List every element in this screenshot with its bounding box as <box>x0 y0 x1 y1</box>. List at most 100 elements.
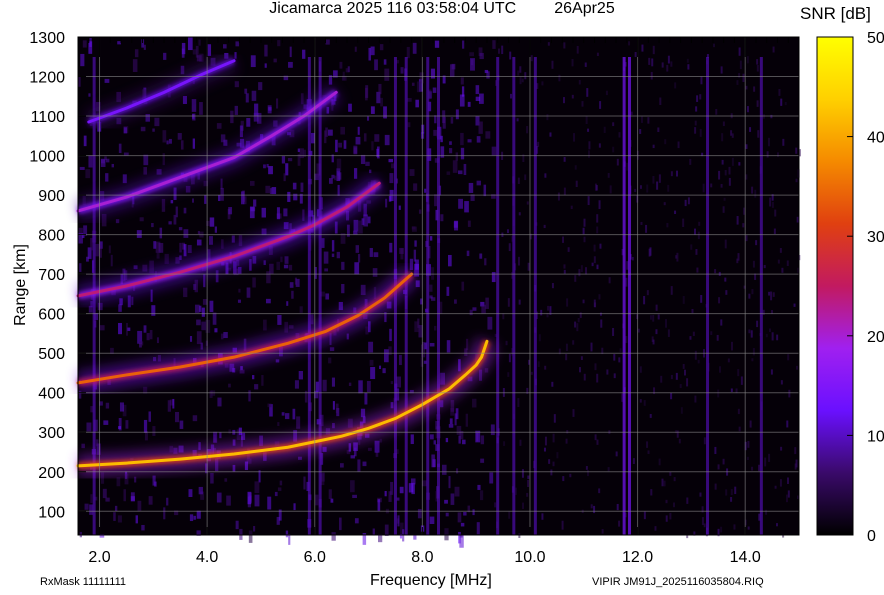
noise-cell <box>725 489 728 496</box>
noise-cell <box>196 239 202 246</box>
noise-cell <box>572 340 575 345</box>
noise-cell <box>285 530 289 538</box>
noise-cell <box>164 253 169 264</box>
noise-cell <box>670 374 673 380</box>
noise-cell <box>440 214 444 222</box>
noise-cell <box>360 408 366 418</box>
noise-cell <box>541 81 544 86</box>
noise-cell <box>446 286 450 296</box>
noise-cell <box>115 219 120 224</box>
noise-cell <box>686 497 689 504</box>
noise-cell <box>670 171 673 177</box>
noise-cell <box>551 283 554 289</box>
noise-cell <box>248 530 253 543</box>
noise-cell <box>540 309 543 316</box>
noise-cell <box>287 191 291 202</box>
noise-cell <box>330 498 334 503</box>
noise-cell <box>717 389 720 398</box>
y-tick-label: 800 <box>38 228 65 245</box>
noise-cell <box>411 82 415 86</box>
noise-cell <box>350 480 355 493</box>
noise-cell <box>479 253 483 259</box>
noise-cell <box>724 169 727 176</box>
noise-cell <box>518 533 521 538</box>
noise-cell <box>369 359 374 366</box>
noise-cell <box>770 114 773 119</box>
noise-cell <box>699 492 702 497</box>
noise-cell <box>491 146 497 156</box>
noise-cell <box>226 495 231 506</box>
noise-cell <box>216 123 222 129</box>
noise-cell <box>734 486 737 495</box>
noise-cell <box>409 258 414 270</box>
noise-cell <box>130 492 135 501</box>
noise-cell <box>795 147 798 154</box>
noise-cell <box>448 424 454 428</box>
noise-cell <box>731 157 734 166</box>
noise-cell <box>88 305 93 313</box>
noise-cell <box>150 289 153 302</box>
noise-cell <box>368 321 371 333</box>
noise-cell <box>449 148 453 154</box>
noise-cell <box>553 414 556 423</box>
noise-cell <box>721 159 724 165</box>
noise-cell <box>461 281 465 291</box>
noise-cell <box>105 173 109 182</box>
noise-cell <box>487 316 493 330</box>
noise-cell <box>245 93 249 103</box>
noise-cell <box>88 93 91 97</box>
noise-cell <box>355 245 360 253</box>
noise-cell <box>563 157 566 162</box>
noise-cell <box>192 198 195 203</box>
noise-cell <box>267 403 272 408</box>
noise-cell <box>730 130 733 136</box>
noise-cell <box>601 529 604 534</box>
noise-cell <box>551 381 554 387</box>
noise-cell <box>298 456 302 460</box>
noise-cell <box>172 398 175 409</box>
noise-cell <box>388 158 394 163</box>
noise-cell <box>300 93 304 105</box>
noise-cell <box>508 243 511 252</box>
noise-cell <box>516 118 519 122</box>
noise-cell <box>596 264 599 270</box>
noise-cell <box>396 497 400 501</box>
noise-cell <box>544 173 547 178</box>
noise-cell <box>682 218 685 228</box>
noise-cell <box>95 243 99 257</box>
noise-cell <box>284 256 289 264</box>
noise-cell <box>612 146 615 153</box>
noise-cell <box>228 207 233 215</box>
noise-cell <box>244 88 248 94</box>
noise-cell <box>366 380 371 393</box>
noise-cell <box>647 117 650 124</box>
noise-cell <box>616 158 619 166</box>
noise-cell <box>118 322 123 335</box>
interference-line <box>318 57 322 535</box>
noise-cell <box>507 298 510 307</box>
noise-cell <box>657 127 660 133</box>
noise-cell <box>285 413 290 420</box>
noise-cell <box>667 184 670 192</box>
noise-cell <box>652 314 655 322</box>
noise-cell <box>288 61 293 68</box>
noise-cell <box>460 77 464 85</box>
noise-cell <box>643 511 646 520</box>
noise-cell <box>95 439 99 447</box>
noise-cell <box>778 89 781 96</box>
noise-cell <box>288 534 291 545</box>
noise-cell <box>429 434 434 440</box>
noise-cell <box>574 165 577 170</box>
noise-cell <box>580 265 583 272</box>
noise-cell <box>183 287 188 298</box>
noise-cell <box>247 491 252 505</box>
noise-cell <box>695 248 698 255</box>
noise-cell <box>768 291 771 296</box>
noise-cell <box>527 262 530 271</box>
noise-cell <box>665 515 668 522</box>
noise-cell <box>325 293 330 300</box>
noise-cell <box>231 235 235 243</box>
noise-cell <box>572 409 575 417</box>
y-tick-label: 200 <box>38 465 65 482</box>
colorbar-tick-label: 40 <box>867 130 884 147</box>
